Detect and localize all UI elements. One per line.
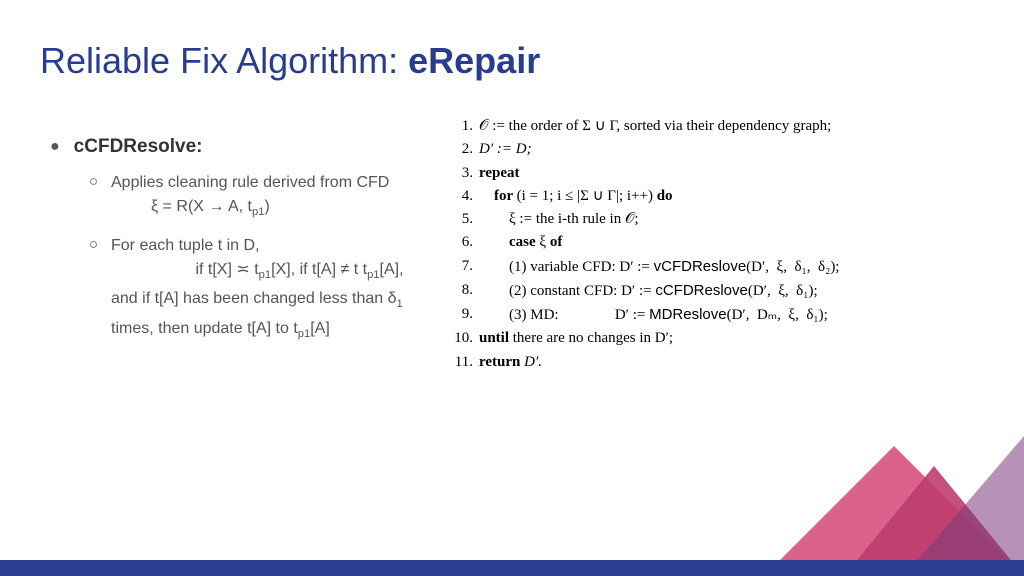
keyword: until <box>479 330 513 346</box>
slide: { "title": { "prefix": "Reliable Fix Alg… <box>0 0 1024 576</box>
subscript: p1 <box>259 269 271 281</box>
line-body: ξ := the i-th rule in 𝒪; <box>479 208 1000 231</box>
text-fragment: ξ = R(X → A, t <box>151 198 252 215</box>
line-body: D′ := D; <box>479 138 1000 161</box>
bullet-heading: cCFDResolve: <box>74 135 203 159</box>
algo-line: 8. (2) constant CFD: D′ := cCFDReslove(D… <box>445 279 1000 303</box>
text-fragment: (3) MD: D′ := <box>479 307 649 323</box>
line-number: 9. <box>445 303 473 327</box>
algo-line: 10. until there are no changes in D′; <box>445 327 1000 350</box>
line-number: 1. <box>445 115 473 138</box>
function-name: cCFDReslove <box>655 282 748 299</box>
text-fragment: (D′, ξ, δ₁); <box>748 283 818 299</box>
bullet-text: Applies cleaning rule derived from CFD ξ… <box>111 171 420 224</box>
line-body: return D′. <box>479 351 1000 374</box>
keyword: case <box>479 234 539 250</box>
text-fragment: times, then update t[A] to t <box>111 320 298 337</box>
text-fragment: (D′, Dₘ, ξ, δ₁); <box>727 307 828 323</box>
subscript: p1 <box>367 269 379 281</box>
line-body: 𝒪 := the order of Σ ∪ Γ, sorted via thei… <box>479 115 1000 138</box>
line-body: (2) constant CFD: D′ := cCFDReslove(D′, … <box>479 279 1000 303</box>
keyword: return <box>479 354 524 370</box>
line-body: repeat <box>479 162 1000 185</box>
bullet-text: For each tuple t in D, if t[X] ≍ tp1[X],… <box>111 234 420 346</box>
bullet-ring-icon <box>90 178 97 185</box>
line-number: 3. <box>445 162 473 185</box>
text-fragment: For each tuple t in D, <box>111 237 260 254</box>
left-column: ● cCFDResolve: Applies cleaning rule der… <box>50 135 420 356</box>
text-fragment: ) <box>264 198 269 215</box>
text-fragment: if t[X] ≍ t <box>195 261 258 278</box>
slide-title: Reliable Fix Algorithm: eRepair <box>40 40 540 82</box>
line-number: 8. <box>445 279 473 303</box>
text-fragment: ξ <box>539 234 549 250</box>
text-fragment: D′ := D; <box>479 141 532 157</box>
algo-line: 5. ξ := the i-th rule in 𝒪; <box>445 208 1000 231</box>
text-fragment: [A] <box>310 320 330 337</box>
bullet-ring-icon <box>90 241 97 248</box>
title-emphasis: eRepair <box>408 40 540 81</box>
line-number: 2. <box>445 138 473 161</box>
text-fragment: Applies cleaning rule derived from CFD <box>111 174 389 191</box>
algo-line: 7. (1) variable CFD: D′ := vCFDReslove(D… <box>445 255 1000 279</box>
keyword: repeat <box>479 165 520 181</box>
line-number: 4. <box>445 185 473 208</box>
bottom-bar <box>0 560 1024 576</box>
subscript: p1 <box>252 206 264 218</box>
line-body: until there are no changes in D′; <box>479 327 1000 350</box>
text-fragment <box>111 261 195 278</box>
bullet-level1: ● cCFDResolve: <box>50 135 420 159</box>
algo-line: 9. (3) MD: D′ := MDReslove(D′, Dₘ, ξ, δ₁… <box>445 303 1000 327</box>
decoration-triangles-icon <box>704 396 1024 576</box>
text-fragment: D′. <box>524 354 542 370</box>
line-body: (1) variable CFD: D′ := vCFDReslove(D′, … <box>479 255 1000 279</box>
text-fragment: (2) constant CFD: D′ := <box>479 283 655 299</box>
title-prefix: Reliable Fix Algorithm: <box>40 40 408 81</box>
line-number: 6. <box>445 231 473 254</box>
bullet-level2: Applies cleaning rule derived from CFD ξ… <box>90 171 420 224</box>
line-number: 5. <box>445 208 473 231</box>
algo-line: 6. case ξ of <box>445 231 1000 254</box>
algo-line: 3. repeat <box>445 162 1000 185</box>
line-body: (3) MD: D′ := MDReslove(D′, Dₘ, ξ, δ₁); <box>479 303 1000 327</box>
subscript: 1 <box>397 299 403 311</box>
line-number: 7. <box>445 255 473 279</box>
keyword: for <box>479 188 517 204</box>
function-name: vCFDReslove <box>654 258 747 275</box>
algo-line: 11. return D′. <box>445 351 1000 374</box>
line-body: for (i = 1; i ≤ |Σ ∪ Γ|; i++) do <box>479 185 1000 208</box>
bullet-level2: For each tuple t in D, if t[X] ≍ tp1[X],… <box>90 234 420 346</box>
algorithm-block: 1. 𝒪 := the order of Σ ∪ Γ, sorted via th… <box>445 115 1000 374</box>
line-body: case ξ of <box>479 231 1000 254</box>
algo-line: 1. 𝒪 := the order of Σ ∪ Γ, sorted via th… <box>445 115 1000 138</box>
keyword: do <box>657 188 673 204</box>
algo-line: 4. for (i = 1; i ≤ |Σ ∪ Γ|; i++) do <box>445 185 1000 208</box>
line-number: 11. <box>445 351 473 374</box>
text-fragment: [X], if t[A] ≠ t <box>271 261 358 278</box>
algo-line: 2. D′ := D; <box>445 138 1000 161</box>
subscript: p1 <box>298 328 310 340</box>
line-number: 10. <box>445 327 473 350</box>
function-name: MDReslove <box>649 306 727 323</box>
text-fragment: (D′, ξ, δ₁, δ₂); <box>746 259 839 275</box>
text-fragment: (1) variable CFD: D′ := <box>479 259 654 275</box>
keyword: of <box>550 234 563 250</box>
text-fragment: there are no changes in D′; <box>513 330 673 346</box>
bullet-dot-icon: ● <box>50 135 60 159</box>
text-fragment: (i = 1; i ≤ |Σ ∪ Γ|; i++) <box>517 188 657 204</box>
